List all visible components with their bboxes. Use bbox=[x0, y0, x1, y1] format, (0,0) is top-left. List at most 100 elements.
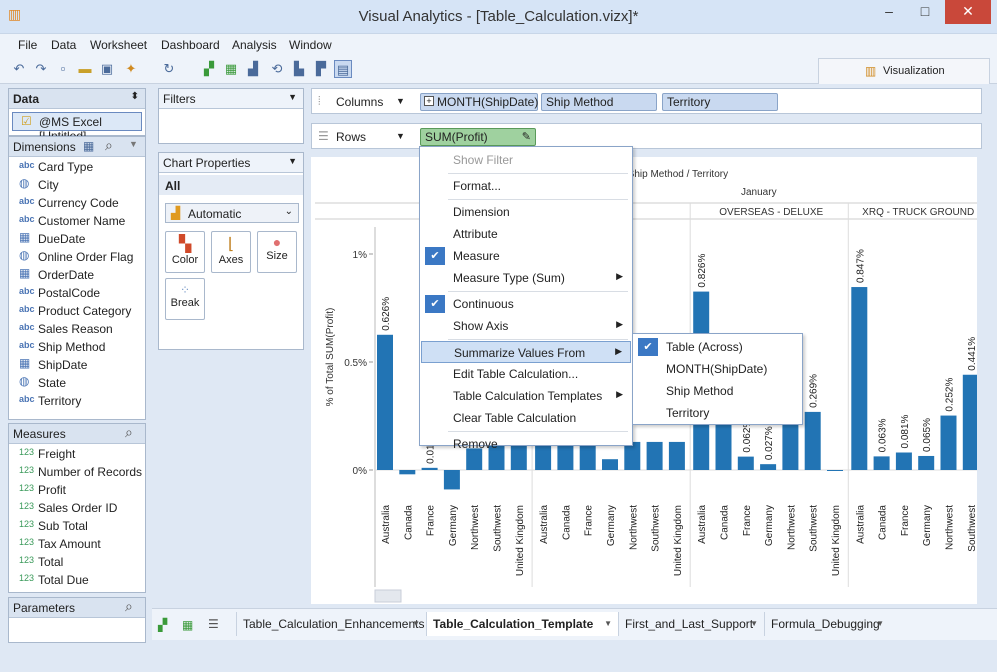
dropdown-icon[interactable]: ▼ bbox=[750, 619, 758, 628]
menu-item-dimension[interactable]: Dimension bbox=[421, 201, 631, 223]
field-total[interactable]: 123 Total bbox=[9, 553, 145, 571]
submenu-item-territory[interactable]: Territory bbox=[634, 402, 801, 424]
menu-item-clear-table-calculation[interactable]: Clear Table Calculation bbox=[421, 407, 631, 429]
data-source-item[interactable]: ☑ @MS Excel [Untitled] bbox=[12, 112, 142, 143]
new-dashboard-icon[interactable]: ▦ bbox=[182, 618, 193, 632]
refresh-icon[interactable]: ↻ bbox=[160, 60, 178, 78]
menu-item-show-axis[interactable]: Show Axis ▶ bbox=[421, 315, 631, 337]
columns-pill-month-shipdate[interactable]: + MONTH(ShipDate) bbox=[420, 93, 538, 111]
field-ship-method[interactable]: abc Ship Method bbox=[9, 338, 145, 356]
redo-icon[interactable]: ↷ bbox=[32, 60, 50, 78]
x-tick-label: France bbox=[584, 505, 595, 537]
color-button[interactable]: ▚ Color bbox=[165, 231, 205, 273]
menu-item-continuous[interactable]: ✔ Continuous bbox=[421, 293, 631, 315]
wizard-icon[interactable]: ✦ bbox=[122, 60, 140, 78]
size-button[interactable]: ● Size bbox=[257, 231, 297, 273]
field-tax-amount[interactable]: 123 Tax Amount bbox=[9, 535, 145, 553]
submenu-item-month-shipdate[interactable]: MONTH(ShipDate) bbox=[634, 358, 801, 380]
menu-dashboard[interactable]: Dashboard bbox=[161, 38, 220, 52]
field-product-category[interactable]: abc Product Category bbox=[9, 302, 145, 320]
menu-item-attribute[interactable]: Attribute bbox=[421, 223, 631, 245]
sheet-list-icon[interactable]: ☰ bbox=[208, 617, 219, 631]
field-sales-reason[interactable]: abc Sales Reason bbox=[9, 320, 145, 338]
field-profit[interactable]: 123 Profit bbox=[9, 481, 145, 499]
dropdown-icon[interactable]: ▼ bbox=[396, 96, 405, 106]
add-chart-icon[interactable]: ▞ bbox=[200, 60, 218, 78]
search-icon[interactable]: ⌕ bbox=[125, 424, 133, 441]
field-freight[interactable]: 123 Freight bbox=[9, 445, 145, 463]
submenu-item-table-across[interactable]: ✔ Table (Across) bbox=[634, 336, 801, 358]
undo-icon[interactable]: ↶ bbox=[10, 60, 28, 78]
field-sub-total[interactable]: 123 Sub Total bbox=[9, 517, 145, 535]
dropdown-icon[interactable]: ▼ bbox=[876, 619, 884, 628]
minimize-button[interactable]: – bbox=[872, 0, 906, 24]
field-number-of-records[interactable]: 123 Number of Records bbox=[9, 463, 145, 481]
dropdown-icon[interactable]: ▼ bbox=[412, 619, 420, 628]
field-orderdate[interactable]: ▦ OrderDate bbox=[9, 266, 145, 284]
close-button[interactable]: ✕ bbox=[945, 0, 991, 24]
rows-shelf[interactable]: ☰ Rows ▼ SUM(Profit) ✎ bbox=[311, 123, 982, 149]
field-duedate[interactable]: ▦ DueDate bbox=[9, 230, 145, 248]
break-button[interactable]: ⁘ Break bbox=[165, 278, 205, 320]
menu-analysis[interactable]: Analysis bbox=[232, 38, 277, 52]
axes-button[interactable]: ⌊ Axes bbox=[211, 231, 251, 273]
table-view-icon[interactable]: ▦ bbox=[83, 139, 94, 153]
dropdown-icon[interactable]: ▼ bbox=[604, 619, 612, 628]
mark-type-select[interactable]: ▟ Automatic ⌄ bbox=[165, 203, 299, 223]
field-state[interactable]: ◍ State bbox=[9, 374, 145, 392]
save-icon[interactable]: ▣ bbox=[98, 60, 116, 78]
sheet-tab-formula-debugging[interactable]: Formula_Debugging ▼ bbox=[764, 612, 890, 636]
columns-pill-territory[interactable]: Territory bbox=[662, 93, 778, 111]
menu-item-format[interactable]: Format... bbox=[421, 175, 631, 197]
new-worksheet-icon[interactable]: ▞ bbox=[158, 618, 167, 632]
field-sales-order-id[interactable]: 123 Sales Order ID bbox=[9, 499, 145, 517]
field-territory[interactable]: abc Territory bbox=[9, 392, 145, 410]
dropdown-icon[interactable]: ▼ bbox=[129, 139, 138, 149]
rows-pill-sum-profit[interactable]: SUM(Profit) ✎ bbox=[420, 128, 536, 146]
sort-desc-icon[interactable]: ▛ bbox=[312, 60, 330, 78]
menu-item-measure-type-sum[interactable]: Measure Type (Sum) ▶ bbox=[421, 267, 631, 289]
menu-worksheet[interactable]: Worksheet bbox=[90, 38, 147, 52]
menu-item-edit-table-calculation[interactable]: Edit Table Calculation... bbox=[421, 363, 631, 385]
menu-item-remove[interactable]: Remove bbox=[421, 433, 631, 455]
chart-properties-panel: Chart Properties ▼ All ▟ Automatic ⌄ ▚ Co… bbox=[158, 152, 304, 350]
menu-item-measure[interactable]: ✔ Measure bbox=[421, 245, 631, 267]
menu-item-summarize-values-from[interactable]: Summarize Values From ▶ bbox=[421, 341, 631, 363]
submenu-arrow-icon: ▶ bbox=[616, 319, 623, 329]
sort-asc-icon[interactable]: ▙ bbox=[290, 60, 308, 78]
filters-panel[interactable]: Filters ▼ bbox=[158, 88, 304, 144]
bar-chart-icon[interactable]: ▟ bbox=[244, 60, 262, 78]
sheet-tab-table-calculation-enhancements[interactable]: Table_Calculation_Enhancements ▼ bbox=[236, 612, 426, 636]
field-total-due[interactable]: 123 Total Due bbox=[9, 571, 145, 589]
submenu-item-ship-method[interactable]: Ship Method bbox=[634, 380, 801, 402]
menu-item-table-calculation-templates[interactable]: Table Calculation Templates ▶ bbox=[421, 385, 631, 407]
sheet-tab-first-and-last-support[interactable]: First_and_Last_Support ▼ bbox=[618, 612, 764, 636]
columns-pill-ship-method[interactable]: Ship Method bbox=[541, 93, 657, 111]
edit-calc-icon[interactable]: ✎ bbox=[522, 130, 531, 143]
x-tick-label: Germany bbox=[448, 505, 459, 546]
menu-window[interactable]: Window bbox=[289, 38, 332, 52]
field-online-order-flag[interactable]: ◍ Online Order Flag bbox=[9, 248, 145, 266]
field-customer-name[interactable]: abc Customer Name bbox=[9, 212, 145, 230]
search-icon[interactable]: ⌕ bbox=[125, 598, 133, 615]
sheet-tab-table-calculation-template[interactable]: Table_Calculation_Template ▼ bbox=[426, 612, 618, 636]
field-card-type[interactable]: abc Card Type bbox=[9, 158, 145, 176]
open-folder-icon[interactable]: ▬ bbox=[76, 60, 94, 78]
menu-data[interactable]: Data bbox=[51, 38, 76, 52]
fit-icon[interactable]: ▤ bbox=[334, 60, 352, 78]
field-city[interactable]: ◍ City bbox=[9, 176, 145, 194]
dropdown-icon[interactable]: ▼ bbox=[396, 131, 405, 141]
maximize-button[interactable]: □ bbox=[908, 0, 942, 24]
field-currency-code[interactable]: abc Currency Code bbox=[9, 194, 145, 212]
menu-file[interactable]: File bbox=[18, 38, 37, 52]
swap-icon[interactable]: ⟲ bbox=[268, 60, 286, 78]
new-file-icon[interactable]: ▫ bbox=[54, 60, 72, 78]
field-shipdate[interactable]: ▦ ShipDate bbox=[9, 356, 145, 374]
field-postalcode[interactable]: abc PostalCode bbox=[9, 284, 145, 302]
expand-icon[interactable]: + bbox=[424, 96, 434, 106]
search-icon[interactable]: ⌕ bbox=[105, 137, 113, 154]
columns-shelf[interactable]: ⦙ Columns ▼ + MONTH(ShipDate) Ship Metho… bbox=[311, 88, 982, 114]
add-sheet-icon[interactable]: ▦ bbox=[222, 60, 240, 78]
all-marks-tab[interactable]: All bbox=[159, 175, 303, 195]
visualization-tab[interactable]: ▥ Visualization bbox=[818, 58, 990, 84]
